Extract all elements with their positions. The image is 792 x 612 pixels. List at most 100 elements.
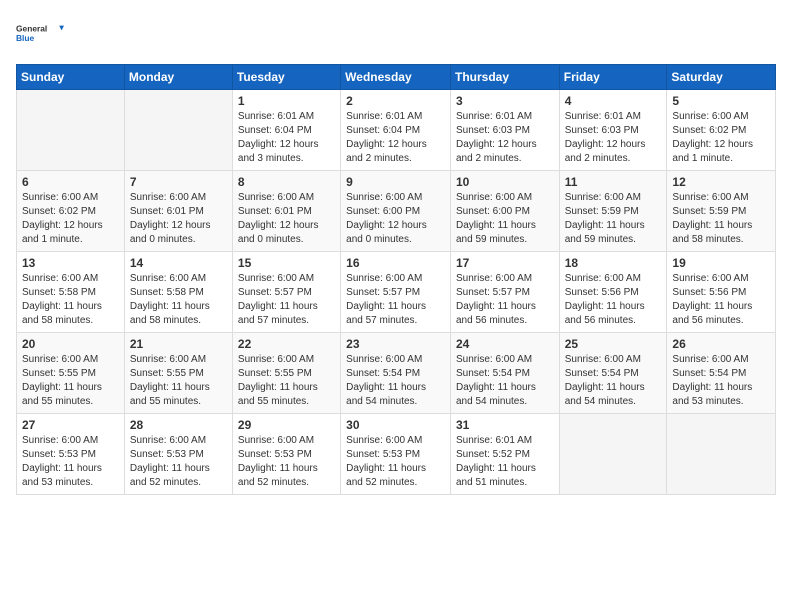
calendar-cell: 31 Sunrise: 6:01 AM Sunset: 5:52 PM Dayli… xyxy=(450,414,559,495)
calendar-cell: 3Sunrise: 6:01 AM Sunset: 6:03 PM Daylig… xyxy=(450,90,559,171)
week-row-3: 20 Sunrise: 6:00 AM Sunset: 5:55 PM Dayli… xyxy=(17,333,776,414)
calendar-cell: 22 Sunrise: 6:00 AM Sunset: 5:55 PM Dayli… xyxy=(232,333,340,414)
weekday-sunday: Sunday xyxy=(17,65,125,90)
day-info: Sunrise: 6:01 AM Sunset: 6:03 PM Dayligh… xyxy=(456,110,554,166)
day-info: Sunrise: 6:00 AM Sunset: 5:59 PM Dayligh… xyxy=(672,191,770,247)
day-info: Sunrise: 6:00 AM Sunset: 6:00 PM Dayligh… xyxy=(346,191,445,247)
calendar-cell: 8Sunrise: 6:00 AM Sunset: 6:01 PM Daylig… xyxy=(232,171,340,252)
calendar-cell: 30 Sunrise: 6:00 AM Sunset: 5:53 PM Dayli… xyxy=(341,414,451,495)
day-info: Sunrise: 6:00 AM Sunset: 5:53 PM Dayligh… xyxy=(346,434,445,490)
calendar-cell: 20 Sunrise: 6:00 AM Sunset: 5:55 PM Dayli… xyxy=(17,333,125,414)
calendar-cell: 17Sunrise: 6:00 AM Sunset: 5:57 PM Dayli… xyxy=(450,252,559,333)
calendar-cell: 7 Sunrise: 6:00 AM Sunset: 6:01 PM Daylig… xyxy=(124,171,232,252)
day-number: 22 xyxy=(238,337,335,351)
calendar-cell: 29Sunrise: 6:00 AM Sunset: 5:53 PM Dayli… xyxy=(232,414,340,495)
day-number: 28 xyxy=(130,418,227,432)
day-number: 19 xyxy=(672,256,770,270)
day-info: Sunrise: 6:00 AM Sunset: 5:56 PM Dayligh… xyxy=(565,272,662,328)
calendar-table: SundayMondayTuesdayWednesdayThursdayFrid… xyxy=(16,64,776,495)
day-info: Sunrise: 6:00 AM Sunset: 6:00 PM Dayligh… xyxy=(456,191,554,247)
day-info: Sunrise: 6:00 AM Sunset: 5:57 PM Dayligh… xyxy=(238,272,335,328)
logo: General Blue xyxy=(16,16,64,52)
weekday-wednesday: Wednesday xyxy=(341,65,451,90)
day-info: Sunrise: 6:00 AM Sunset: 5:55 PM Dayligh… xyxy=(130,353,227,409)
day-number: 5 xyxy=(672,94,770,108)
logo-svg: General Blue xyxy=(16,16,64,52)
day-info: Sunrise: 6:00 AM Sunset: 5:55 PM Dayligh… xyxy=(238,353,335,409)
calendar-cell: 2 Sunrise: 6:01 AM Sunset: 6:04 PM Daylig… xyxy=(341,90,451,171)
weekday-thursday: Thursday xyxy=(450,65,559,90)
week-row-1: 6Sunrise: 6:00 AM Sunset: 6:02 PM Daylig… xyxy=(17,171,776,252)
calendar-cell: 9 Sunrise: 6:00 AM Sunset: 6:00 PM Daylig… xyxy=(341,171,451,252)
svg-text:General: General xyxy=(16,24,47,34)
day-info: Sunrise: 6:00 AM Sunset: 5:54 PM Dayligh… xyxy=(456,353,554,409)
calendar-cell: 4Sunrise: 6:01 AM Sunset: 6:03 PM Daylig… xyxy=(559,90,667,171)
day-number: 21 xyxy=(130,337,227,351)
day-number: 15 xyxy=(238,256,335,270)
calendar-cell: 14 Sunrise: 6:00 AM Sunset: 5:58 PM Dayli… xyxy=(124,252,232,333)
week-row-0: 1 Sunrise: 6:01 AM Sunset: 6:04 PM Daylig… xyxy=(17,90,776,171)
day-number: 8 xyxy=(238,175,335,189)
day-info: Sunrise: 6:00 AM Sunset: 6:02 PM Dayligh… xyxy=(672,110,770,166)
day-info: Sunrise: 6:00 AM Sunset: 5:54 PM Dayligh… xyxy=(346,353,445,409)
day-number: 27 xyxy=(22,418,119,432)
calendar-cell: 25 Sunrise: 6:00 AM Sunset: 5:54 PM Dayli… xyxy=(559,333,667,414)
svg-text:Blue: Blue xyxy=(16,33,35,43)
day-info: Sunrise: 6:01 AM Sunset: 6:04 PM Dayligh… xyxy=(238,110,335,166)
calendar-cell: 11Sunrise: 6:00 AM Sunset: 5:59 PM Dayli… xyxy=(559,171,667,252)
calendar-cell: 6Sunrise: 6:00 AM Sunset: 6:02 PM Daylig… xyxy=(17,171,125,252)
day-info: Sunrise: 6:00 AM Sunset: 5:58 PM Dayligh… xyxy=(22,272,119,328)
day-number: 26 xyxy=(672,337,770,351)
page: General Blue SundayMondayTuesdayWednesda… xyxy=(0,0,792,612)
day-info: Sunrise: 6:00 AM Sunset: 5:59 PM Dayligh… xyxy=(565,191,662,247)
day-info: Sunrise: 6:00 AM Sunset: 5:55 PM Dayligh… xyxy=(22,353,119,409)
day-number: 30 xyxy=(346,418,445,432)
calendar-cell: 5 Sunrise: 6:00 AM Sunset: 6:02 PM Daylig… xyxy=(667,90,776,171)
day-number: 1 xyxy=(238,94,335,108)
day-number: 16 xyxy=(346,256,445,270)
day-number: 14 xyxy=(130,256,227,270)
day-number: 20 xyxy=(22,337,119,351)
calendar-cell: 12 Sunrise: 6:00 AM Sunset: 5:59 PM Dayli… xyxy=(667,171,776,252)
calendar-cell: 15 Sunrise: 6:00 AM Sunset: 5:57 PM Dayli… xyxy=(232,252,340,333)
day-info: Sunrise: 6:00 AM Sunset: 5:54 PM Dayligh… xyxy=(565,353,662,409)
calendar-cell: 26 Sunrise: 6:00 AM Sunset: 5:54 PM Dayli… xyxy=(667,333,776,414)
calendar-cell: 23 Sunrise: 6:00 AM Sunset: 5:54 PM Dayli… xyxy=(341,333,451,414)
calendar-cell: 10 Sunrise: 6:00 AM Sunset: 6:00 PM Dayli… xyxy=(450,171,559,252)
day-number: 12 xyxy=(672,175,770,189)
weekday-monday: Monday xyxy=(124,65,232,90)
day-number: 23 xyxy=(346,337,445,351)
day-info: Sunrise: 6:00 AM Sunset: 5:56 PM Dayligh… xyxy=(672,272,770,328)
weekday-saturday: Saturday xyxy=(667,65,776,90)
calendar-cell: 16Sunrise: 6:00 AM Sunset: 5:57 PM Dayli… xyxy=(341,252,451,333)
calendar-cell: 28Sunrise: 6:00 AM Sunset: 5:53 PM Dayli… xyxy=(124,414,232,495)
calendar-cell: 21 Sunrise: 6:00 AM Sunset: 5:55 PM Dayli… xyxy=(124,333,232,414)
day-info: Sunrise: 6:00 AM Sunset: 5:58 PM Dayligh… xyxy=(130,272,227,328)
day-number: 9 xyxy=(346,175,445,189)
day-info: Sunrise: 6:00 AM Sunset: 5:53 PM Dayligh… xyxy=(22,434,119,490)
day-number: 18 xyxy=(565,256,662,270)
day-info: Sunrise: 6:00 AM Sunset: 6:01 PM Dayligh… xyxy=(130,191,227,247)
calendar-cell xyxy=(667,414,776,495)
day-info: Sunrise: 6:01 AM Sunset: 6:03 PM Dayligh… xyxy=(565,110,662,166)
day-number: 25 xyxy=(565,337,662,351)
calendar-cell xyxy=(559,414,667,495)
day-number: 17 xyxy=(456,256,554,270)
day-number: 7 xyxy=(130,175,227,189)
day-info: Sunrise: 6:01 AM Sunset: 5:52 PM Dayligh… xyxy=(456,434,554,490)
day-number: 6 xyxy=(22,175,119,189)
calendar-cell: 1 Sunrise: 6:01 AM Sunset: 6:04 PM Daylig… xyxy=(232,90,340,171)
calendar-cell: 18 Sunrise: 6:00 AM Sunset: 5:56 PM Dayli… xyxy=(559,252,667,333)
day-number: 2 xyxy=(346,94,445,108)
week-row-4: 27 Sunrise: 6:00 AM Sunset: 5:53 PM Dayli… xyxy=(17,414,776,495)
calendar-cell xyxy=(17,90,125,171)
calendar-cell: 24 Sunrise: 6:00 AM Sunset: 5:54 PM Dayli… xyxy=(450,333,559,414)
day-info: Sunrise: 6:00 AM Sunset: 5:54 PM Dayligh… xyxy=(672,353,770,409)
calendar-cell: 13Sunrise: 6:00 AM Sunset: 5:58 PM Dayli… xyxy=(17,252,125,333)
day-number: 29 xyxy=(238,418,335,432)
weekday-friday: Friday xyxy=(559,65,667,90)
day-number: 24 xyxy=(456,337,554,351)
day-info: Sunrise: 6:01 AM Sunset: 6:04 PM Dayligh… xyxy=(346,110,445,166)
day-number: 10 xyxy=(456,175,554,189)
day-number: 31 xyxy=(456,418,554,432)
